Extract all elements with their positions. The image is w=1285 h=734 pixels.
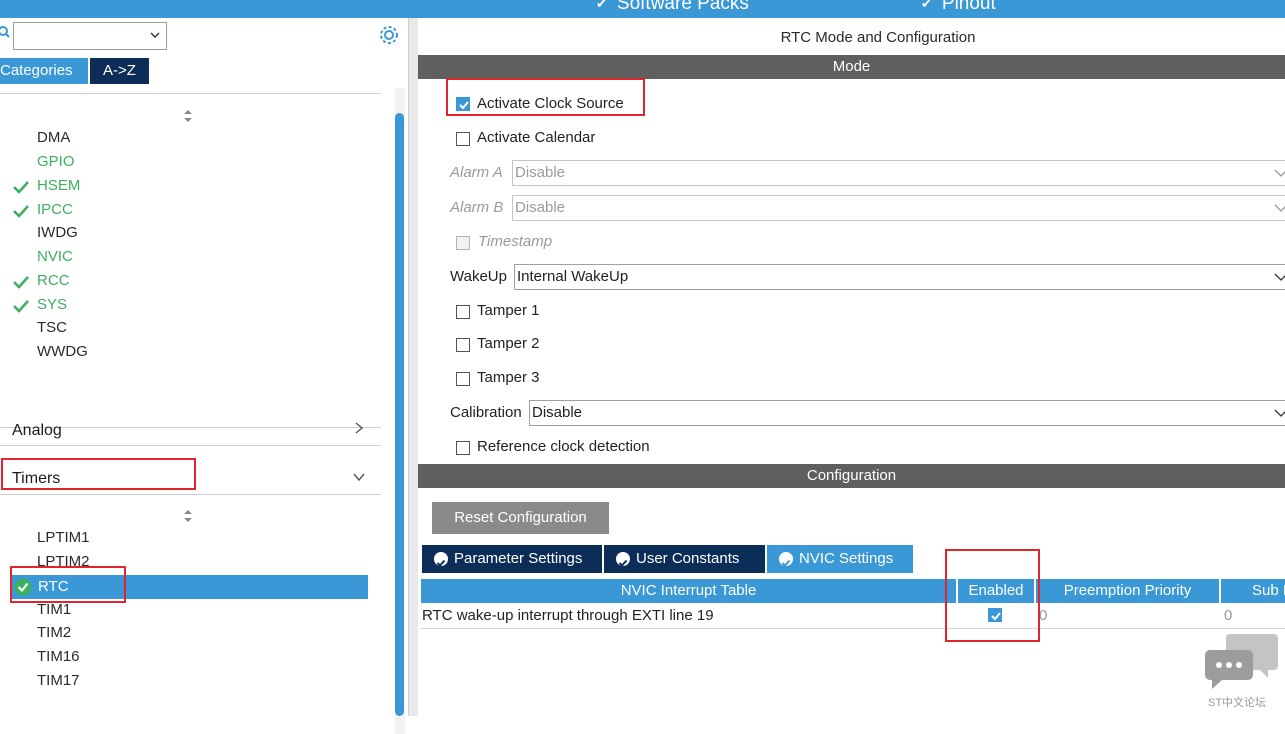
- tab-label: NVIC Settings: [799, 550, 894, 567]
- highlight-box-clock-source: [446, 78, 645, 116]
- configuration-header: Configuration: [418, 464, 1285, 488]
- tamper1-label: Tamper 1: [477, 302, 540, 319]
- tamper3-label: Tamper 3: [477, 369, 540, 386]
- divider: [0, 93, 381, 94]
- sidebar-item-dma[interactable]: DMA: [37, 129, 70, 146]
- peripheral-panel: Categories A->Z DMA GPIO HSEM IPCC IWDG NVIC R…: [0, 18, 408, 734]
- highlight-box-timers: [1, 458, 196, 490]
- activate-calendar-label: Activate Calendar: [477, 129, 596, 146]
- reference-clock-checkbox[interactable]: [456, 441, 470, 455]
- timestamp-label: Timestamp: [478, 233, 553, 250]
- tab-categories[interactable]: Categories: [0, 58, 88, 84]
- tamper2-label: Tamper 2: [477, 335, 540, 352]
- sidebar-item-tim1[interactable]: TIM1: [37, 601, 71, 618]
- divider: [0, 445, 381, 446]
- sort-icon[interactable]: [183, 109, 193, 123]
- page-title: RTC Mode and Configuration: [780, 29, 976, 46]
- scrollbar-thumb[interactable]: [395, 113, 404, 716]
- chevron-down-icon: [1274, 273, 1285, 281]
- wakeup-select[interactable]: Internal WakeUp: [514, 264, 1285, 290]
- watermark-text: ST中文论坛: [1208, 697, 1267, 709]
- column-header-sub-priority: Sub Pr: [1221, 579, 1285, 603]
- sidebar-item-sys[interactable]: SYS: [37, 296, 67, 313]
- sidebar-item-iwdg[interactable]: IWDG: [37, 224, 78, 241]
- alarm-a-select[interactable]: Disable: [512, 160, 1285, 186]
- preemption-priority-cell[interactable]: 0: [1039, 607, 1047, 624]
- pinout-menu[interactable]: ✔ Pinout: [921, 0, 996, 15]
- alarm-b-value: Disable: [515, 199, 566, 216]
- highlight-box-rtc: [10, 566, 126, 603]
- tab-a-to-z[interactable]: A->Z: [90, 58, 149, 84]
- alarm-a-value: Disable: [515, 164, 566, 181]
- top-menu-bar: ✔ Software Packs ✔ Pinout: [0, 0, 1285, 18]
- interrupt-name-cell: RTC wake-up interrupt through EXTI line …: [422, 607, 714, 624]
- mode-header: Mode: [418, 55, 1285, 79]
- timestamp-checkbox[interactable]: [456, 236, 470, 250]
- tab-nvic-settings[interactable]: NVIC Settings: [767, 545, 913, 573]
- panel-splitter[interactable]: [408, 18, 418, 716]
- check-icon: [13, 180, 29, 194]
- sidebar-item-tim17[interactable]: TIM17: [37, 672, 80, 689]
- search-icon[interactable]: [0, 26, 10, 38]
- chevron-down-icon: ✔: [596, 0, 607, 11]
- chevron-right-icon[interactable]: [353, 422, 365, 434]
- software-packs-label: Software Packs: [616, 0, 749, 14]
- sidebar-item-rcc[interactable]: RCC: [37, 272, 70, 289]
- column-header-interrupt: NVIC Interrupt Table: [421, 579, 956, 603]
- alarm-a-label: Alarm A: [450, 164, 503, 181]
- chevron-down-icon: ✔: [921, 0, 932, 11]
- tab-user-constants[interactable]: User Constants: [604, 545, 765, 573]
- chevron-down-icon: [1274, 169, 1285, 177]
- sidebar-item-hsem[interactable]: HSEM: [37, 177, 80, 194]
- check-circle-icon: [616, 552, 630, 567]
- alarm-b-select[interactable]: Disable: [512, 195, 1285, 221]
- sort-icon[interactable]: [183, 509, 193, 523]
- tamper2-checkbox[interactable]: [456, 338, 470, 352]
- chat-bubbles-icon: [1205, 634, 1278, 689]
- sidebar-item-tim2[interactable]: TIM2: [37, 624, 71, 641]
- search-input[interactable]: [13, 22, 167, 50]
- check-icon: [13, 299, 29, 313]
- sidebar-item-tim16[interactable]: TIM16: [37, 648, 80, 665]
- alarm-b-label: Alarm B: [450, 199, 504, 216]
- sidebar-item-wwdg[interactable]: WWDG: [37, 343, 88, 360]
- tamper1-checkbox[interactable]: [456, 305, 470, 319]
- wakeup-value: Internal WakeUp: [517, 268, 629, 285]
- calibration-value: Disable: [532, 404, 583, 421]
- sidebar-item-ipcc[interactable]: IPCC: [37, 201, 73, 218]
- sidebar-item-tsc[interactable]: TSC: [37, 319, 67, 336]
- wakeup-label: WakeUp: [450, 268, 507, 285]
- column-header-preemption: Preemption Priority: [1036, 579, 1219, 603]
- table-row[interactable]: RTC wake-up interrupt through EXTI line …: [420, 603, 1285, 629]
- check-icon: [13, 275, 29, 289]
- reset-configuration-button[interactable]: Reset Configuration: [432, 502, 609, 534]
- sidebar-item-lptim1[interactable]: LPTIM1: [37, 529, 90, 546]
- software-packs-menu[interactable]: ✔ Software Packs: [596, 0, 749, 15]
- highlight-box-enabled: [945, 549, 1040, 642]
- chevron-down-icon[interactable]: [353, 471, 365, 483]
- sidebar-item-gpio[interactable]: GPIO: [37, 153, 75, 170]
- tamper3-checkbox[interactable]: [456, 372, 470, 386]
- sub-priority-cell[interactable]: 0: [1224, 607, 1232, 624]
- check-icon: [13, 204, 29, 218]
- calibration-label: Calibration: [450, 404, 522, 421]
- chevron-down-icon: [1274, 204, 1285, 212]
- calibration-select[interactable]: Disable: [529, 400, 1285, 426]
- section-analog[interactable]: Analog: [12, 422, 62, 440]
- pinout-label: Pinout: [941, 0, 996, 14]
- chevron-down-icon: [1274, 409, 1285, 417]
- tab-parameter-settings[interactable]: Parameter Settings: [422, 545, 602, 573]
- rtc-config-panel: RTC Mode and Configuration Mode Activate…: [418, 18, 1285, 716]
- gear-icon[interactable]: [378, 24, 400, 46]
- reference-clock-label: Reference clock detection: [477, 438, 650, 455]
- check-circle-icon: [434, 552, 448, 567]
- activate-calendar-checkbox[interactable]: [456, 132, 470, 146]
- tab-label: User Constants: [636, 550, 740, 567]
- chevron-down-icon: [150, 32, 160, 38]
- divider: [0, 494, 381, 495]
- tab-label: Parameter Settings: [454, 550, 583, 567]
- sidebar-item-nvic[interactable]: NVIC: [37, 248, 73, 265]
- check-circle-icon: [779, 552, 793, 567]
